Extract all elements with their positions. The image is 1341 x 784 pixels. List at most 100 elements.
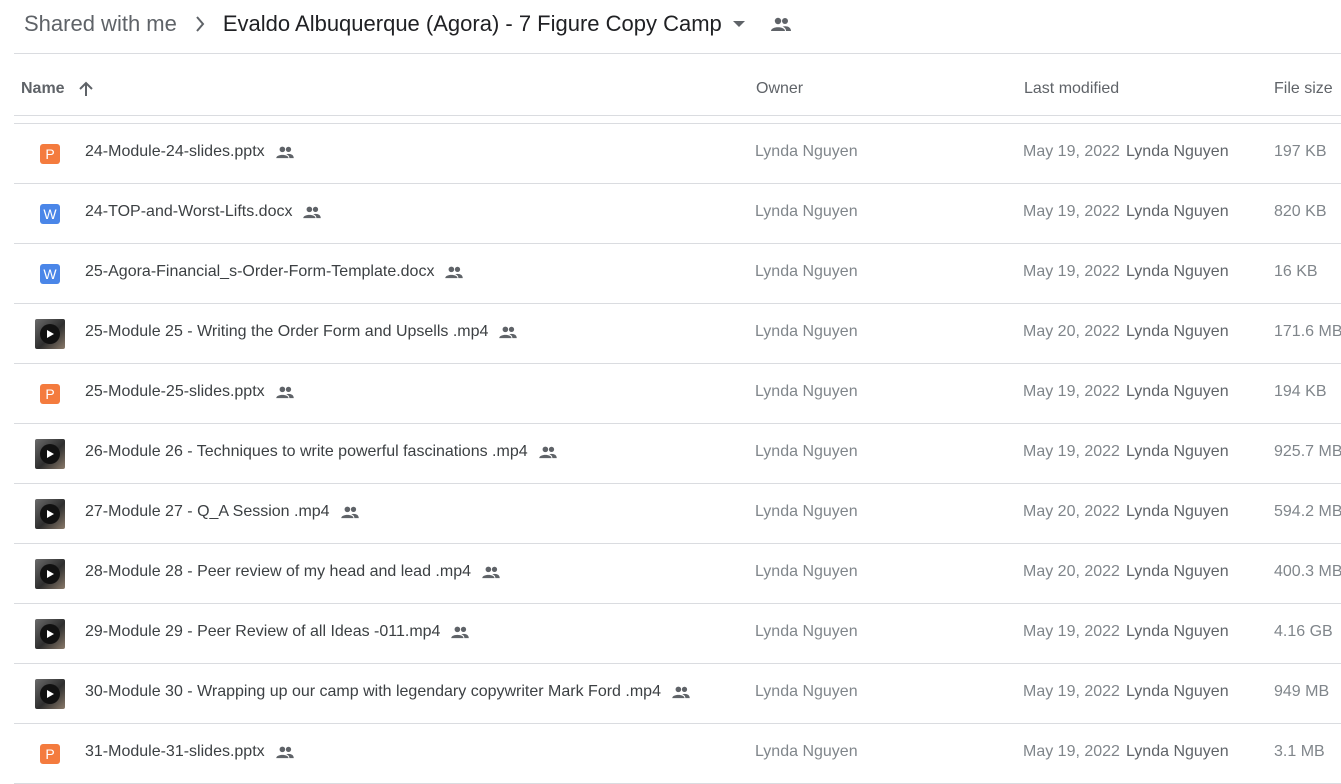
video-thumbnail [35, 319, 65, 349]
table-row[interactable]: 30-Module 30 - Wrapping up our camp with… [14, 664, 1341, 724]
file-owner: Lynda Nguyen [755, 383, 858, 400]
video-thumbnail [35, 559, 65, 589]
file-list: P 24-Module-24-slides.pptx Lynda Nguyen May… [0, 124, 1341, 784]
file-name[interactable]: 25-Agora-Financial_s-Order-Form-Template… [85, 263, 464, 281]
file-modified-date: May 20, 2022 [1023, 323, 1120, 340]
file-owner: Lynda Nguyen [755, 443, 858, 460]
file-name-label: 25-Agora-Financial_s-Order-Form-Template… [85, 263, 435, 280]
file-owner: Lynda Nguyen [755, 563, 858, 580]
file-modified-by: Lynda Nguyen [1126, 503, 1229, 520]
file-name[interactable]: 25-Module 25 - Writing the Order Form an… [85, 323, 518, 341]
file-modified-by: Lynda Nguyen [1126, 323, 1229, 340]
file-type-icon [34, 618, 66, 650]
column-header-name-label: Name [21, 80, 65, 97]
column-header-name[interactable]: Name [21, 80, 93, 98]
file-type-icon [34, 558, 66, 590]
people-icon[interactable] [770, 16, 792, 32]
table-row[interactable]: W 25-Agora-Financial_s-Order-Form-Templat… [14, 244, 1341, 304]
file-name[interactable]: 30-Module 30 - Wrapping up our camp with… [85, 683, 691, 701]
play-icon [40, 324, 60, 344]
file-type-icon [34, 318, 66, 350]
file-size: 197 KB [1274, 143, 1327, 160]
file-name-label: 26-Module 26 - Techniques to write power… [85, 443, 528, 460]
column-header-file-size[interactable]: File size [1274, 80, 1333, 98]
table-row[interactable]: W 24-TOP-and-Worst-Lifts.docx Lynda Nguyen… [14, 184, 1341, 244]
table-row[interactable]: P 25-Module-25-slides.pptx Lynda Nguyen May… [14, 364, 1341, 424]
file-name-label: 30-Module 30 - Wrapping up our camp with… [85, 683, 661, 700]
file-owner: Lynda Nguyen [755, 143, 858, 160]
file-owner: Lynda Nguyen [755, 323, 858, 340]
file-name-label: 31-Module-31-slides.pptx [85, 743, 265, 760]
file-modified-by: Lynda Nguyen [1126, 743, 1229, 760]
table-row[interactable]: 25-Module 25 - Writing the Order Form an… [14, 304, 1341, 364]
column-header-last-modified[interactable]: Last modified [1024, 80, 1119, 98]
file-name[interactable]: 26-Module 26 - Techniques to write power… [85, 443, 558, 461]
file-owner: Lynda Nguyen [755, 203, 858, 220]
file-name[interactable]: 28-Module 28 - Peer review of my head an… [85, 563, 501, 581]
file-type-icon: P [34, 138, 66, 170]
file-name[interactable]: 25-Module-25-slides.pptx [85, 383, 295, 401]
file-name[interactable]: 24-Module-24-slides.pptx [85, 143, 295, 161]
header-divider [14, 53, 1341, 54]
table-row[interactable]: P 31-Module-31-slides.pptx Lynda Nguyen May… [14, 724, 1341, 784]
file-type-icon [34, 498, 66, 530]
file-modified-by: Lynda Nguyen [1126, 143, 1229, 160]
file-modified-by: Lynda Nguyen [1126, 623, 1229, 640]
file-modified-by: Lynda Nguyen [1126, 683, 1229, 700]
video-thumbnail [35, 619, 65, 649]
video-thumbnail [35, 439, 65, 469]
play-icon [40, 504, 60, 524]
chevron-right-icon [195, 16, 205, 32]
table-row[interactable]: 26-Module 26 - Techniques to write power… [14, 424, 1341, 484]
file-type-icon: W [34, 198, 66, 230]
table-row[interactable]: 29-Module 29 - Peer Review of all Ideas … [14, 604, 1341, 664]
breadcrumb-shared-with-me[interactable]: Shared with me [24, 11, 177, 37]
file-modified-by: Lynda Nguyen [1126, 563, 1229, 580]
arrow-up-icon[interactable] [78, 81, 93, 97]
file-name[interactable]: 27-Module 27 - Q_A Session .mp4 [85, 503, 360, 521]
file-modified-date: May 19, 2022 [1023, 263, 1120, 280]
table-row[interactable]: 28-Module 28 - Peer review of my head an… [14, 544, 1341, 604]
powerpoint-file-icon: P [40, 144, 60, 164]
breadcrumb-current-folder[interactable]: Evaldo Albuquerque (Agora) - 7 Figure Co… [223, 11, 722, 37]
file-owner: Lynda Nguyen [755, 743, 858, 760]
people-icon [340, 505, 360, 519]
file-size: 194 KB [1274, 383, 1327, 400]
video-thumbnail [35, 499, 65, 529]
column-header-owner[interactable]: Owner [756, 80, 803, 98]
file-size: 594.2 MB [1274, 503, 1341, 520]
caret-down-icon[interactable] [732, 20, 746, 28]
file-name[interactable]: 31-Module-31-slides.pptx [85, 743, 295, 761]
people-icon [275, 385, 295, 399]
file-owner: Lynda Nguyen [755, 263, 858, 280]
file-size: 949 MB [1274, 683, 1330, 700]
file-name-label: 24-TOP-and-Worst-Lifts.docx [85, 203, 293, 220]
file-name-label: 25-Module-25-slides.pptx [85, 383, 265, 400]
file-modified-by: Lynda Nguyen [1126, 263, 1229, 280]
file-modified-by: Lynda Nguyen [1126, 443, 1229, 460]
file-modified-date: May 19, 2022 [1023, 683, 1120, 700]
file-modified-by: Lynda Nguyen [1126, 383, 1229, 400]
people-icon [444, 265, 464, 279]
table-row[interactable]: P 24-Module-24-slides.pptx Lynda Nguyen May… [14, 124, 1341, 184]
file-modified-date: May 20, 2022 [1023, 503, 1120, 520]
people-icon [275, 145, 295, 159]
file-modified-date: May 19, 2022 [1023, 623, 1120, 640]
table-row[interactable]: 27-Module 27 - Q_A Session .mp4 Lynda Ngu… [14, 484, 1341, 544]
people-icon [671, 685, 691, 699]
file-type-icon: W [34, 258, 66, 290]
file-name-label: 27-Module 27 - Q_A Session .mp4 [85, 503, 330, 520]
play-icon [40, 444, 60, 464]
file-size: 925.7 MB [1274, 443, 1341, 460]
file-name-label: 28-Module 28 - Peer review of my head an… [85, 563, 471, 580]
file-modified-date: May 19, 2022 [1023, 443, 1120, 460]
file-owner: Lynda Nguyen [755, 503, 858, 520]
file-name[interactable]: 29-Module 29 - Peer Review of all Ideas … [85, 623, 470, 641]
video-thumbnail [35, 679, 65, 709]
file-type-icon [34, 678, 66, 710]
file-type-icon: P [34, 378, 66, 410]
file-name[interactable]: 24-TOP-and-Worst-Lifts.docx [85, 203, 322, 221]
file-owner: Lynda Nguyen [755, 683, 858, 700]
file-size: 3.1 MB [1274, 743, 1325, 760]
file-modified-by: Lynda Nguyen [1126, 203, 1229, 220]
